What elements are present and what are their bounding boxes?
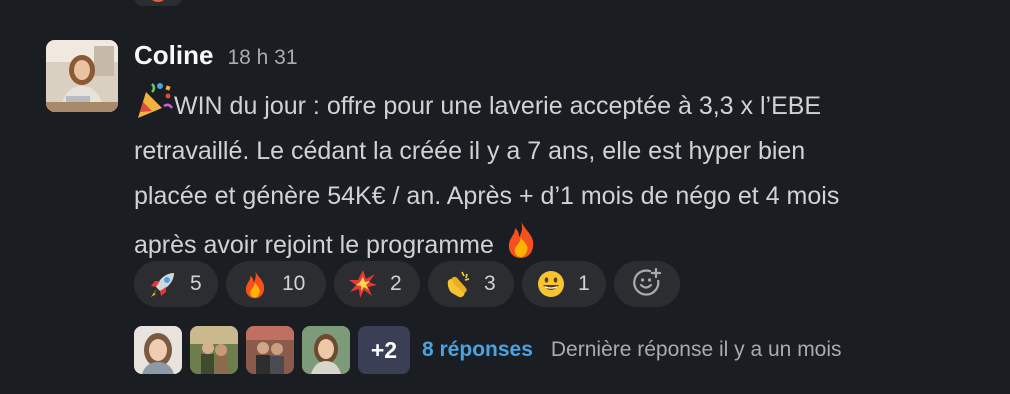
more-participants-count: +2: [358, 326, 410, 374]
participant-avatar: [302, 326, 350, 374]
previous-message-reaction[interactable]: [134, 0, 182, 6]
fire-icon: [240, 269, 270, 299]
party-popper-icon: [134, 80, 174, 120]
author-avatar[interactable]: [46, 40, 118, 112]
clapping-hands-icon: [442, 269, 472, 299]
message: Coline 18 h 31 WIN du jour : offre pour …: [134, 40, 994, 268]
thread-summary[interactable]: +2 8 réponses Dernière réponse il y a un…: [134, 326, 842, 374]
reaction-emoji-icon: [148, 0, 168, 2]
reactions-bar: 5 10 2 3 1: [134, 261, 680, 307]
fire-icon: [501, 219, 541, 259]
replies-link[interactable]: 8 réponses: [422, 338, 533, 362]
message-line-4: après avoir rejoint le programme: [134, 231, 494, 259]
reaction-clapping-hands[interactable]: 3: [428, 261, 514, 307]
participant-avatar: [134, 326, 182, 374]
rocket-icon: [148, 269, 178, 299]
reaction-grinning-face[interactable]: 1: [522, 261, 606, 307]
reaction-count: 5: [190, 272, 202, 295]
reaction-count: 1: [578, 272, 590, 295]
last-reply-time: Dernière réponse il y a un mois: [550, 338, 842, 361]
participant-avatar: [190, 326, 238, 374]
message-line-2: retravaillé. Le cédant la créée il y a 7…: [134, 137, 806, 165]
grinning-face-icon: [536, 269, 566, 299]
participant-avatar: [246, 326, 294, 374]
reaction-fire[interactable]: 10: [226, 261, 326, 307]
reaction-rocket[interactable]: 5: [134, 261, 218, 307]
collision-icon: [348, 269, 378, 299]
reaction-count: 3: [484, 272, 496, 295]
add-reaction-icon: [632, 267, 662, 302]
message-body: WIN du jour : offre pour une laverie acc…: [134, 80, 954, 268]
message-timestamp[interactable]: 18 h 31: [227, 46, 297, 70]
message-header: Coline 18 h 31: [134, 40, 994, 72]
author-name[interactable]: Coline: [134, 40, 213, 71]
slack-message-view: Coline 18 h 31 WIN du jour : offre pour …: [0, 0, 1010, 394]
message-line-1: WIN du jour : offre pour une laverie acc…: [174, 92, 822, 120]
message-line-3: placée et génère 54K€ / an. Après + d’1 …: [134, 182, 840, 210]
reaction-collision[interactable]: 2: [334, 261, 420, 307]
reaction-count: 2: [390, 272, 402, 295]
add-reaction-button[interactable]: [614, 261, 680, 307]
reaction-count: 10: [282, 272, 306, 295]
